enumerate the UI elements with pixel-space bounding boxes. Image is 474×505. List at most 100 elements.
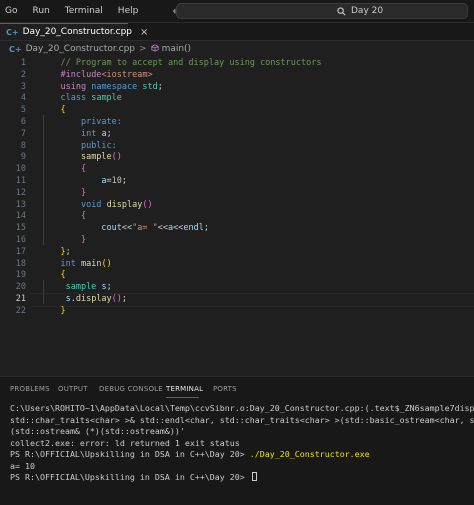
- code-token: {: [80, 164, 87, 175]
- code-token: main: [80, 258, 102, 269]
- code-line[interactable]: 6 private:: [0, 117, 474, 129]
- code-text: }: [40, 188, 86, 198]
- code-token: (): [142, 199, 153, 210]
- code-editor[interactable]: 1 // Program to accept and display using…: [0, 56, 474, 374]
- tab-terminal[interactable]: TERMINAL: [166, 385, 203, 393]
- tab-output[interactable]: OUTPUT: [58, 385, 88, 393]
- terminal-line: (std::ostream& (*)(std::ostream&))': [10, 426, 185, 436]
- code-token: int: [60, 258, 76, 269]
- code-line[interactable]: 10 {: [0, 164, 474, 176]
- code-line[interactable]: 12 }: [0, 188, 474, 200]
- line-number: 22: [15, 305, 26, 316]
- code-text: void display(): [40, 200, 153, 210]
- code-text: // Program to accept and display using c…: [40, 58, 321, 68]
- code-line[interactable]: 1 // Program to accept and display using…: [0, 58, 474, 70]
- code-line[interactable]: 13 void display(): [0, 200, 474, 212]
- tab-debug-console[interactable]: DEBUG CONSOLE: [99, 385, 163, 393]
- menu-help[interactable]: Help: [118, 6, 139, 16]
- code-token: ;: [106, 128, 112, 139]
- code-token: }: [60, 305, 66, 316]
- code-text: s.display();: [40, 294, 127, 304]
- menu-terminal[interactable]: Terminal: [65, 6, 103, 16]
- breadcrumb-symbol[interactable]: main(): [162, 44, 192, 54]
- command-center-text: Day 20: [351, 6, 384, 16]
- code-token: ;: [121, 176, 128, 186]
- code-text: sample s;: [40, 282, 112, 292]
- code-line[interactable]: 14 {: [0, 211, 474, 223]
- code-line[interactable]: 11 a=10;: [0, 176, 474, 188]
- code-line[interactable]: 16 }: [0, 235, 474, 247]
- code-token: display: [75, 294, 112, 304]
- code-token: namespace: [91, 81, 138, 92]
- line-number: 20: [15, 282, 26, 293]
- line-number: 14: [15, 211, 26, 222]
- terminal-prompt: PS R:\OFFICIAL\Upskilling in DSA in C++\…: [10, 472, 250, 482]
- command-center-search[interactable]: Day 20: [176, 3, 468, 19]
- code-token: private:: [80, 117, 122, 127]
- code-token: <<: [121, 223, 133, 234]
- code-token: #include: [60, 69, 102, 80]
- code-token: {: [60, 270, 66, 281]
- code-line[interactable]: 5 {: [0, 105, 474, 117]
- line-number: 13: [15, 199, 26, 210]
- code-line[interactable]: 7 int a;: [0, 129, 474, 141]
- code-token: <iostream>: [101, 69, 153, 80]
- code-text: {: [40, 105, 65, 115]
- code-line[interactable]: 19 {: [0, 270, 474, 282]
- code-line[interactable]: 15 cout<<"a= "<<a<<endl;: [0, 223, 474, 235]
- tab-problems[interactable]: PROBLEMS: [10, 385, 50, 393]
- breadcrumb-separator: >: [139, 44, 147, 54]
- code-text: int a;: [40, 129, 112, 139]
- code-token: (): [111, 294, 122, 304]
- code-token: std: [142, 81, 158, 92]
- code-line[interactable]: 2 #include<iostream>: [0, 70, 474, 82]
- close-icon[interactable]: ×: [140, 27, 148, 38]
- line-number: 18: [15, 258, 26, 269]
- code-line[interactable]: 3 using namespace std;: [0, 82, 474, 94]
- line-number: 3: [20, 81, 26, 92]
- menu-run[interactable]: Run: [32, 6, 49, 16]
- terminal-output[interactable]: C:\Users\ROHITO~1\AppData\Local\Temp\ccv…: [0, 403, 474, 503]
- code-token: ;: [121, 294, 128, 304]
- code-token: sample: [80, 152, 112, 163]
- code-text: public:: [40, 141, 117, 151]
- code-line[interactable]: 9 sample(): [0, 152, 474, 164]
- breadcrumb-file[interactable]: Day_20_Constructor.cpp: [26, 44, 135, 54]
- line-number: 16: [15, 235, 26, 245]
- cpp-file-icon: C+: [9, 44, 22, 54]
- code-line[interactable]: 4 class sample: [0, 93, 474, 105]
- line-number: 7: [20, 128, 26, 139]
- code-token: ;: [65, 246, 71, 257]
- editor-tab-bar: C+ Day_20_Constructor.cpp ×: [0, 23, 474, 41]
- code-line[interactable]: 22 }: [0, 306, 474, 318]
- code-text: class sample: [40, 93, 121, 103]
- code-line[interactable]: 18 int main(): [0, 259, 474, 271]
- menu-go[interactable]: Go: [5, 6, 17, 16]
- code-token: endl: [183, 223, 204, 234]
- tab-ports[interactable]: PORTS: [213, 385, 237, 393]
- code-line[interactable]: 21 s.display();: [0, 294, 474, 306]
- title-bar: Go Run Terminal Help ← → Day 20: [0, 0, 474, 23]
- breadcrumb: C+ Day_20_Constructor.cpp > main(): [0, 42, 474, 56]
- code-line[interactable]: 17 };: [0, 247, 474, 259]
- terminal-command: ./Day_20_Constructor.exe: [249, 449, 370, 459]
- cube-symbol-icon: [150, 43, 159, 55]
- code-line[interactable]: 8 public:: [0, 141, 474, 153]
- code-token: ;: [106, 282, 112, 293]
- line-number: 15: [15, 223, 26, 234]
- line-number: 12: [15, 187, 26, 198]
- tab-day-20-constructor[interactable]: C+ Day_20_Constructor.cpp ×: [0, 23, 148, 40]
